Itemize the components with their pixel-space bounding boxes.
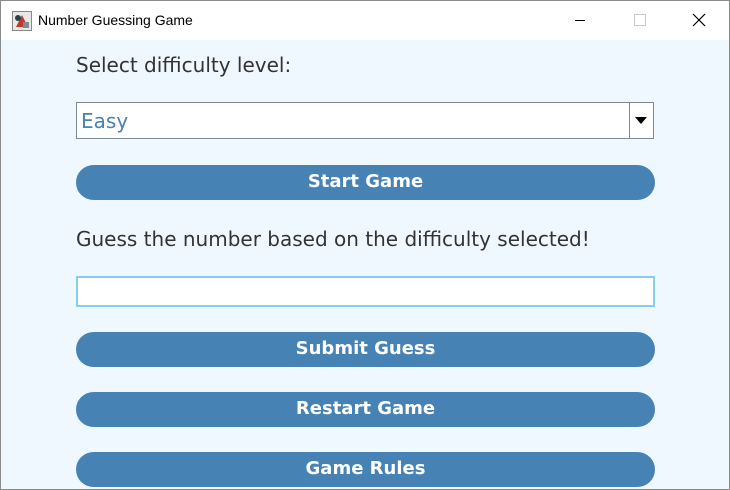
app-window: Number Guessing Game Select difficulty l… bbox=[0, 0, 730, 490]
close-icon bbox=[692, 13, 706, 27]
maximize-icon bbox=[634, 14, 646, 26]
difficulty-selected-value: Easy bbox=[81, 109, 129, 133]
guess-input[interactable] bbox=[76, 276, 655, 307]
game-rules-button[interactable]: Game Rules bbox=[76, 452, 655, 487]
close-button[interactable] bbox=[677, 1, 723, 40]
minimize-button[interactable] bbox=[558, 1, 604, 40]
window-title: Number Guessing Game bbox=[38, 12, 193, 28]
submit-guess-button[interactable]: Submit Guess bbox=[76, 332, 655, 367]
java-app-icon bbox=[12, 11, 32, 31]
start-game-button[interactable]: Start Game bbox=[76, 165, 655, 200]
dropdown-arrow-button[interactable] bbox=[629, 103, 653, 138]
chevron-down-icon bbox=[635, 117, 647, 124]
title-bar[interactable]: Number Guessing Game bbox=[1, 1, 729, 40]
difficulty-label: Select difficulty level: bbox=[76, 53, 292, 77]
minimize-icon bbox=[575, 20, 585, 21]
restart-game-button[interactable]: Restart Game bbox=[76, 392, 655, 427]
guess-prompt-label: Guess the number based on the difficulty… bbox=[76, 227, 590, 251]
difficulty-select[interactable]: Easy bbox=[76, 102, 654, 139]
maximize-button[interactable] bbox=[618, 1, 664, 40]
